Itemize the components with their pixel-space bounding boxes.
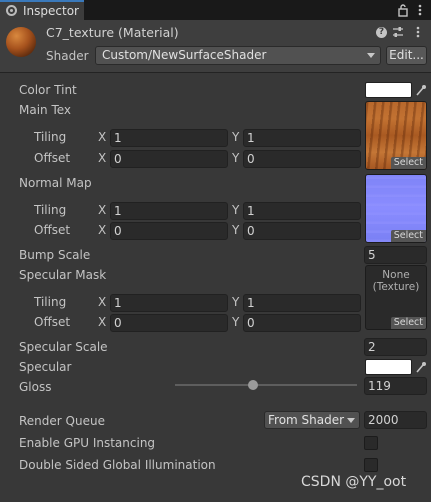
double-sided-gi-checkbox[interactable]: [364, 458, 378, 472]
main-tex-label: Main Tex: [19, 103, 72, 117]
normal-map-tiling-x-field[interactable]: 1: [110, 202, 228, 220]
watermark: CSDN @YY_oot: [301, 474, 407, 490]
main-tex-tiling-label: Tiling: [34, 130, 67, 144]
specular-mask-slot[interactable]: None (Texture) Select: [365, 265, 427, 330]
specular-label: Specular: [19, 360, 72, 374]
material-preview-icon: [6, 27, 36, 57]
main-tex-offset-x-field[interactable]: 0: [110, 150, 228, 168]
gpu-instancing-label: Enable GPU Instancing: [19, 436, 156, 450]
presets-icon[interactable]: [392, 25, 404, 39]
shader-dropdown[interactable]: Custom/NewSurfaceShader: [95, 46, 381, 65]
main-tex-select-button[interactable]: Select: [390, 157, 426, 169]
tab-bar: Inspector: [0, 0, 431, 20]
main-tex-offset-y-label: Y: [232, 151, 240, 165]
normal-map-offset-x-field[interactable]: 0: [110, 222, 228, 240]
specular-scale-label: Specular Scale: [19, 340, 108, 354]
main-tex-offset-x-label: X: [98, 151, 107, 165]
normal-map-tiling-y-label: Y: [232, 203, 240, 217]
specular-mask-offset-label: Offset: [34, 315, 71, 329]
specular-mask-tiling-y-field[interactable]: 1: [243, 294, 361, 312]
normal-map-select-button[interactable]: Select: [390, 230, 426, 242]
info-icon: [6, 5, 17, 16]
normal-map-tiling-label: Tiling: [34, 203, 67, 217]
shader-label: Shader: [46, 49, 89, 63]
gloss-field[interactable]: 119: [364, 377, 427, 395]
eyedropper-icon[interactable]: [415, 360, 427, 374]
more-icon[interactable]: [415, 3, 425, 17]
normal-map-tiling-y-field[interactable]: 1: [243, 202, 361, 220]
normal-map-label: Normal Map: [19, 176, 92, 190]
main-tex-tiling-y-field[interactable]: 1: [243, 129, 361, 147]
specular-mask-tiling-x-field[interactable]: 1: [110, 294, 228, 312]
specular-scale-field[interactable]: 2: [364, 338, 427, 356]
chevron-down-icon: [367, 53, 375, 58]
normal-map-offset-label: Offset: [34, 223, 71, 237]
shader-dropdown-value: Custom/NewSurfaceShader: [102, 48, 267, 62]
specular-mask-offset-y-label: Y: [232, 315, 240, 329]
gloss-label: Gloss: [19, 380, 52, 394]
specular-mask-tiling-x-label: X: [98, 295, 107, 309]
material-title: C7_texture (Material): [46, 25, 179, 40]
render-queue-field[interactable]: 2000: [364, 411, 427, 429]
chevron-down-icon: [347, 418, 355, 423]
specular-mask-tiling-label: Tiling: [34, 295, 67, 309]
specular-mask-offset-x-label: X: [98, 315, 107, 329]
main-tex-offset-label: Offset: [34, 151, 71, 165]
gpu-instancing-checkbox[interactable]: [364, 436, 378, 450]
render-queue-label: Render Queue: [19, 414, 105, 428]
specular-mask-offset-x-field[interactable]: 0: [110, 314, 228, 332]
normal-map-offset-y-field[interactable]: 0: [243, 222, 361, 240]
gloss-slider-thumb[interactable]: [248, 380, 259, 390]
double-sided-gi-label: Double Sided Global Illumination: [19, 458, 216, 472]
specular-color-swatch[interactable]: [365, 359, 412, 375]
specular-mask-select-button[interactable]: Select: [390, 317, 426, 329]
color-tint-label: Color Tint: [19, 83, 77, 97]
tab-inspector[interactable]: Inspector: [0, 0, 84, 20]
specular-mask-none-type: (Texture): [372, 281, 420, 293]
tab-inspector-label: Inspector: [23, 4, 79, 18]
normal-map-offset-x-label: X: [98, 223, 107, 237]
specular-mask-tiling-y-label: Y: [232, 295, 240, 309]
specular-mask-offset-y-field[interactable]: 0: [243, 314, 361, 332]
specular-mask-label: Specular Mask: [19, 268, 107, 282]
main-tex-slot[interactable]: Select: [365, 101, 427, 170]
main-tex-tiling-x-field[interactable]: 1: [110, 129, 228, 147]
main-tex-tiling-x-label: X: [98, 130, 107, 144]
main-tex-offset-y-field[interactable]: 0: [243, 150, 361, 168]
normal-map-slot[interactable]: Select: [365, 174, 427, 243]
gloss-slider-track[interactable]: [175, 384, 357, 386]
bump-scale-label: Bump Scale: [19, 248, 91, 262]
help-icon[interactable]: ?: [376, 27, 387, 38]
normal-map-tiling-x-label: X: [98, 203, 107, 217]
render-queue-mode: From Shader: [268, 413, 345, 427]
eyedropper-icon[interactable]: [415, 83, 427, 97]
render-queue-dropdown[interactable]: From Shader: [264, 411, 360, 429]
main-tex-tiling-y-label: Y: [232, 130, 240, 144]
bump-scale-field[interactable]: 5: [364, 246, 427, 264]
header-more-icon[interactable]: [413, 25, 423, 39]
specular-mask-none-text: None: [382, 269, 410, 281]
lock-icon[interactable]: [397, 3, 409, 17]
color-tint-swatch[interactable]: [365, 82, 412, 98]
normal-map-offset-y-label: Y: [232, 223, 240, 237]
edit-shader-button[interactable]: Edit...: [386, 46, 427, 65]
